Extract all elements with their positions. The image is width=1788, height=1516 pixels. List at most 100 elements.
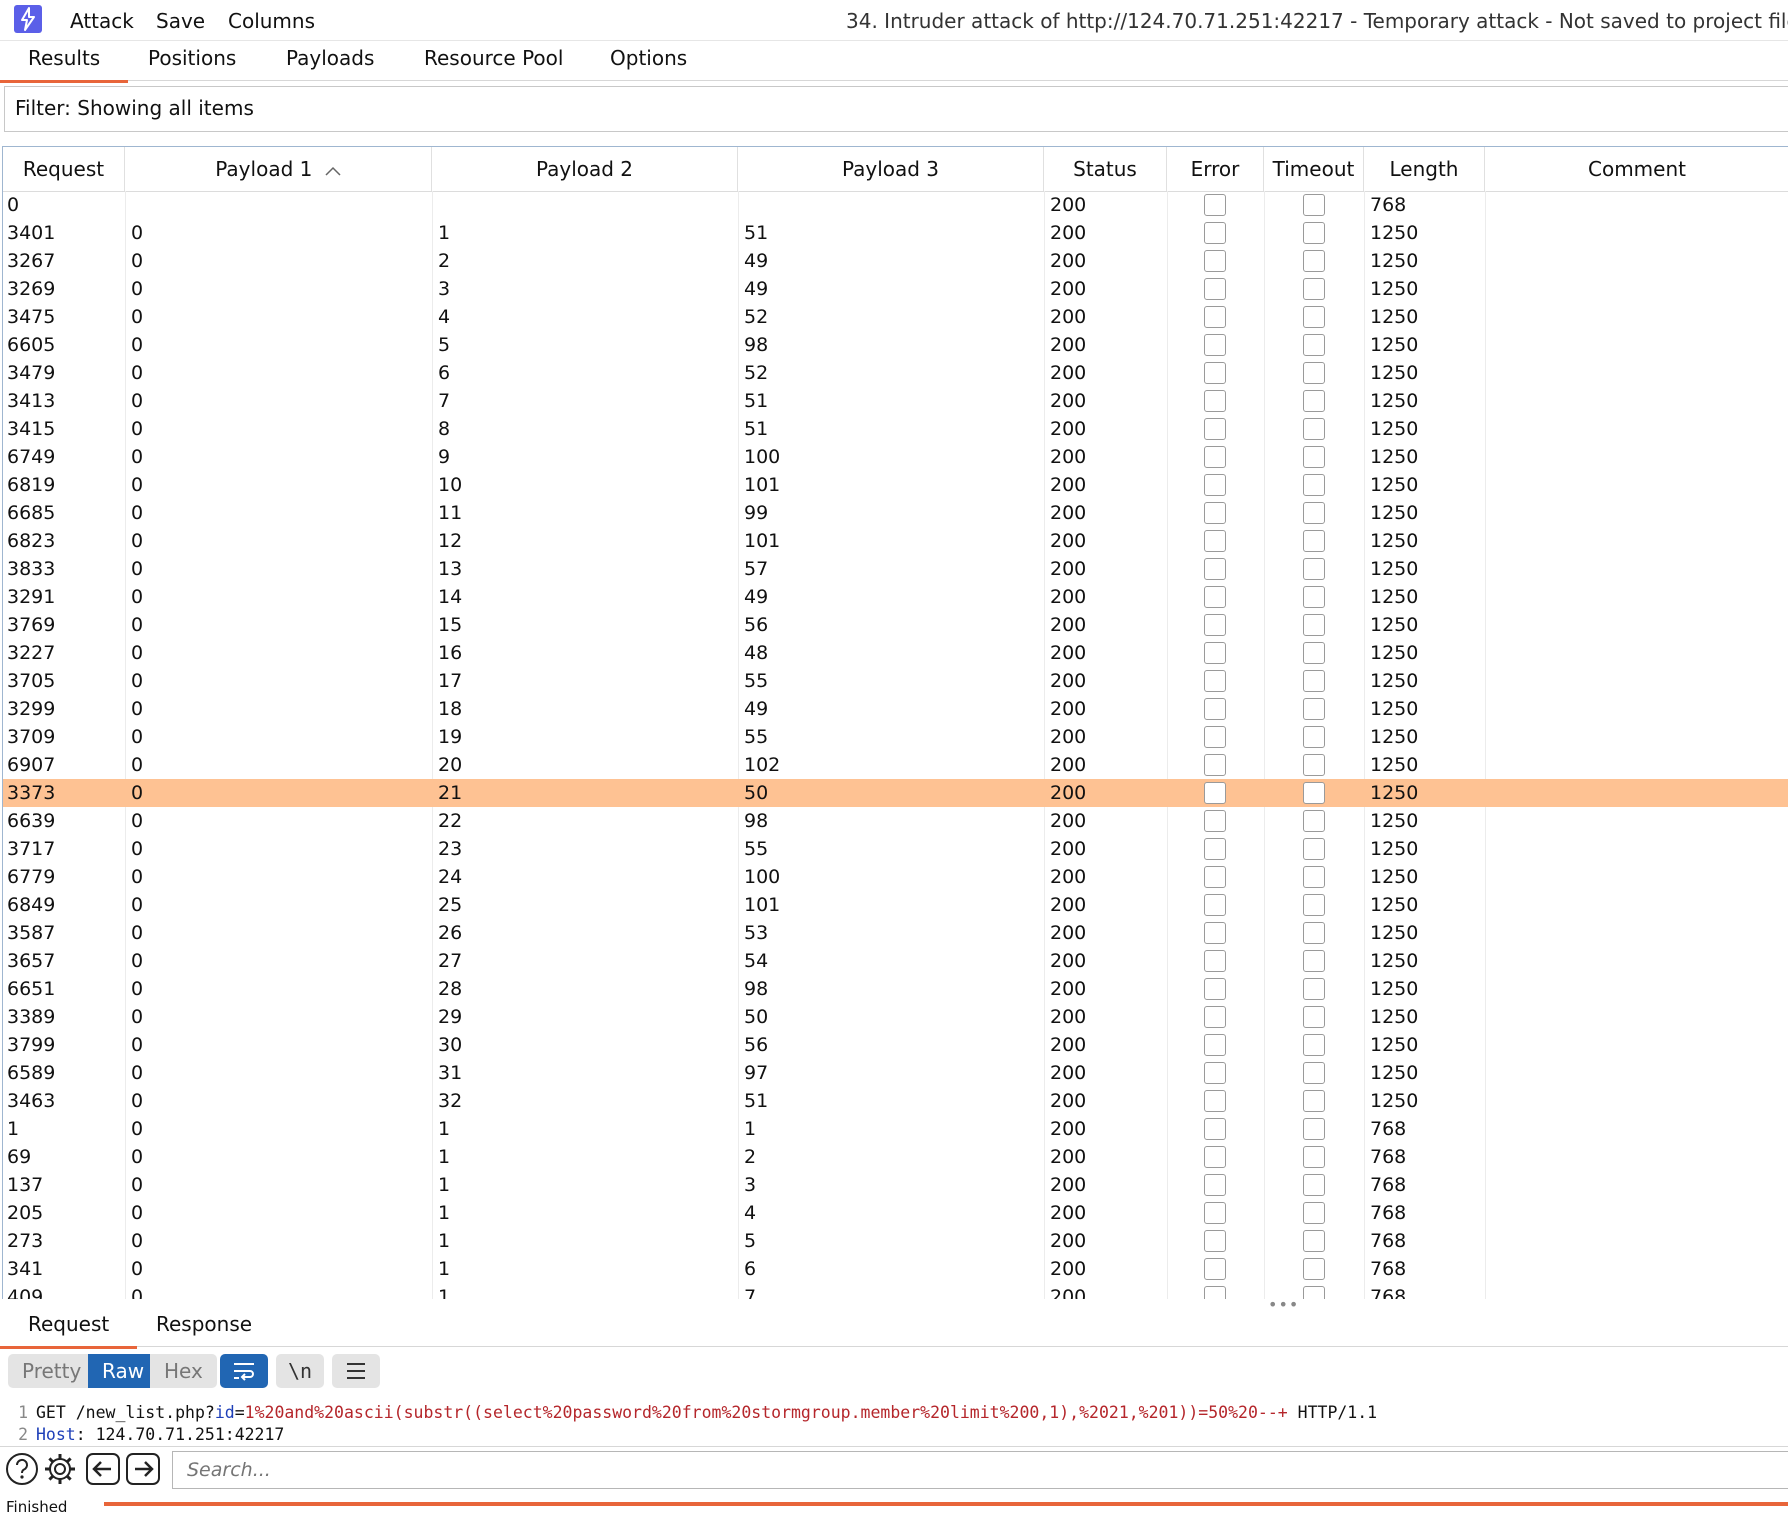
- table-row[interactable]: 341 0 1 6 200 768: [3, 1255, 1788, 1283]
- forward-arrow-icon[interactable]: [126, 1451, 160, 1487]
- timeout-checkbox: [1303, 1174, 1325, 1196]
- table-row[interactable]: 3299 0 18 49 200 1250: [3, 695, 1788, 723]
- status-cell: 200: [1050, 1286, 1087, 1299]
- table-row[interactable]: 3413 0 7 51 200 1250: [3, 387, 1788, 415]
- search-input[interactable]: [173, 1452, 1788, 1488]
- table-row[interactable]: 6605 0 5 98 200 1250: [3, 331, 1788, 359]
- table-row[interactable]: 3479 0 6 52 200 1250: [3, 359, 1788, 387]
- column-header-payload-3[interactable]: Payload 3: [738, 147, 1044, 191]
- table-row[interactable]: 6823 0 12 101 200 1250: [3, 527, 1788, 555]
- column-header-length[interactable]: Length: [1364, 147, 1485, 191]
- table-row[interactable]: 3769 0 15 56 200 1250: [3, 611, 1788, 639]
- request-line-1[interactable]: 1 GET /new_list.php?id=1%20and%20ascii(su…: [0, 1402, 1788, 1424]
- column-header-payload-2[interactable]: Payload 2: [432, 147, 738, 191]
- table-row[interactable]: 3587 0 26 53 200 1250: [3, 919, 1788, 947]
- tab-payloads[interactable]: Payloads: [258, 46, 402, 80]
- timeout-checkbox: [1303, 670, 1325, 692]
- back-arrow-icon[interactable]: [86, 1451, 120, 1487]
- table-row[interactable]: 0 200 768: [3, 191, 1788, 219]
- table-row[interactable]: 6749 0 9 100 200 1250: [3, 443, 1788, 471]
- payload-1-cell: [131, 191, 421, 219]
- table-row[interactable]: 3389 0 29 50 200 1250: [3, 1003, 1788, 1031]
- request-cell: 3415: [7, 418, 56, 440]
- column-header-payload-1[interactable]: Payload 1: [125, 147, 432, 191]
- table-row[interactable]: 6779 0 24 100 200 1250: [3, 863, 1788, 891]
- length-cell: 1250: [1370, 838, 1419, 860]
- payload-1-cell: 0: [131, 810, 144, 832]
- wrap-lines-button[interactable]: [220, 1354, 268, 1388]
- raw-button[interactable]: Raw: [88, 1354, 159, 1388]
- request-cell: 0: [7, 194, 20, 216]
- payload-2-cell: 17: [438, 670, 463, 692]
- query-param-value: 1%20and%20ascii(substr((select%20passwor…: [244, 1403, 1288, 1422]
- tab-positions[interactable]: Positions: [120, 46, 264, 80]
- table-row[interactable]: 3373 0 21 50 200 1250: [3, 779, 1788, 807]
- table-row[interactable]: 3227 0 16 48 200 1250: [3, 639, 1788, 667]
- hex-button[interactable]: Hex: [150, 1354, 217, 1388]
- table-row[interactable]: 273 0 1 5 200 768: [3, 1227, 1788, 1255]
- payload-2-cell: 1: [438, 1286, 451, 1299]
- column-label: Length: [1389, 157, 1459, 181]
- table-row[interactable]: 3291 0 14 49 200 1250: [3, 583, 1788, 611]
- table-row[interactable]: 6819 0 10 101 200 1250: [3, 471, 1788, 499]
- table-row[interactable]: 3267 0 2 49 200 1250: [3, 247, 1788, 275]
- status-cell: 200: [1050, 530, 1087, 552]
- column-header-error[interactable]: Error: [1167, 147, 1264, 191]
- table-row[interactable]: 69 0 1 2 200 768: [3, 1143, 1788, 1171]
- timeout-checkbox: [1303, 1202, 1325, 1224]
- table-row[interactable]: 6651 0 28 98 200 1250: [3, 975, 1788, 1003]
- options-menu-button[interactable]: [332, 1354, 380, 1388]
- table-row[interactable]: 3657 0 27 54 200 1250: [3, 947, 1788, 975]
- menu-save[interactable]: Save: [156, 9, 205, 33]
- table-row[interactable]: 3415 0 8 51 200 1250: [3, 415, 1788, 443]
- column-header-comment[interactable]: Comment: [1485, 147, 1788, 191]
- settings-icon[interactable]: [42, 1451, 78, 1487]
- timeout-checkbox: [1303, 1034, 1325, 1056]
- table-row[interactable]: 137 0 1 3 200 768: [3, 1171, 1788, 1199]
- length-cell: 1250: [1370, 530, 1419, 552]
- payload-2-cell: 14: [438, 586, 463, 608]
- help-icon[interactable]: [4, 1451, 40, 1487]
- table-row[interactable]: 3799 0 30 56 200 1250: [3, 1031, 1788, 1059]
- table-row[interactable]: 205 0 1 4 200 768: [3, 1199, 1788, 1227]
- status-cell: 200: [1050, 1062, 1087, 1084]
- table-row[interactable]: 3705 0 17 55 200 1250: [3, 667, 1788, 695]
- tab-response[interactable]: Response: [128, 1312, 280, 1346]
- search-box[interactable]: [172, 1451, 1788, 1489]
- tab-results[interactable]: Results: [0, 46, 129, 83]
- table-row[interactable]: 6849 0 25 101 200 1250: [3, 891, 1788, 919]
- table-row[interactable]: 3401 0 1 51 200 1250: [3, 219, 1788, 247]
- table-row[interactable]: 6907 0 20 102 200 1250: [3, 751, 1788, 779]
- tab-request[interactable]: Request: [0, 1312, 138, 1349]
- tab-label: Payloads: [286, 46, 375, 70]
- table-row[interactable]: 6639 0 22 98 200 1250: [3, 807, 1788, 835]
- column-header-request[interactable]: Request: [3, 147, 125, 191]
- menu-columns[interactable]: Columns: [228, 9, 315, 33]
- filter-bar[interactable]: Filter: Showing all items: [4, 86, 1788, 132]
- table-row[interactable]: 3269 0 3 49 200 1250: [3, 275, 1788, 303]
- newline-toggle-button[interactable]: \n: [276, 1354, 324, 1388]
- table-row[interactable]: 1 0 1 1 200 768: [3, 1115, 1788, 1143]
- progress-bar: [104, 1502, 1788, 1506]
- table-row[interactable]: 3463 0 32 51 200 1250: [3, 1087, 1788, 1115]
- table-row[interactable]: 3833 0 13 57 200 1250: [3, 555, 1788, 583]
- tab-options[interactable]: Options: [582, 46, 715, 80]
- tab-resource-pool[interactable]: Resource Pool: [396, 46, 591, 80]
- table-row[interactable]: 6685 0 11 99 200 1250: [3, 499, 1788, 527]
- column-header-timeout[interactable]: Timeout: [1264, 147, 1364, 191]
- menu-attack[interactable]: Attack: [70, 9, 134, 33]
- table-row[interactable]: 6589 0 31 97 200 1250: [3, 1059, 1788, 1087]
- error-checkbox: [1204, 306, 1226, 328]
- column-header-status[interactable]: Status: [1044, 147, 1167, 191]
- column-label: Status: [1073, 157, 1137, 181]
- payload-3-cell: 6: [744, 1258, 757, 1280]
- table-row[interactable]: 409 0 1 7 200 768: [3, 1283, 1788, 1299]
- table-row[interactable]: 3717 0 23 55 200 1250: [3, 835, 1788, 863]
- pretty-button[interactable]: Pretty: [8, 1354, 96, 1388]
- table-row[interactable]: 3475 0 4 52 200 1250: [3, 303, 1788, 331]
- table-row[interactable]: 3709 0 19 55 200 1250: [3, 723, 1788, 751]
- payload-3-cell: 100: [744, 866, 781, 888]
- error-checkbox: [1204, 1118, 1226, 1140]
- request-line-2[interactable]: 2 Host: 124.70.71.251:42217: [0, 1424, 1788, 1446]
- comment-cell: [1491, 639, 1781, 667]
